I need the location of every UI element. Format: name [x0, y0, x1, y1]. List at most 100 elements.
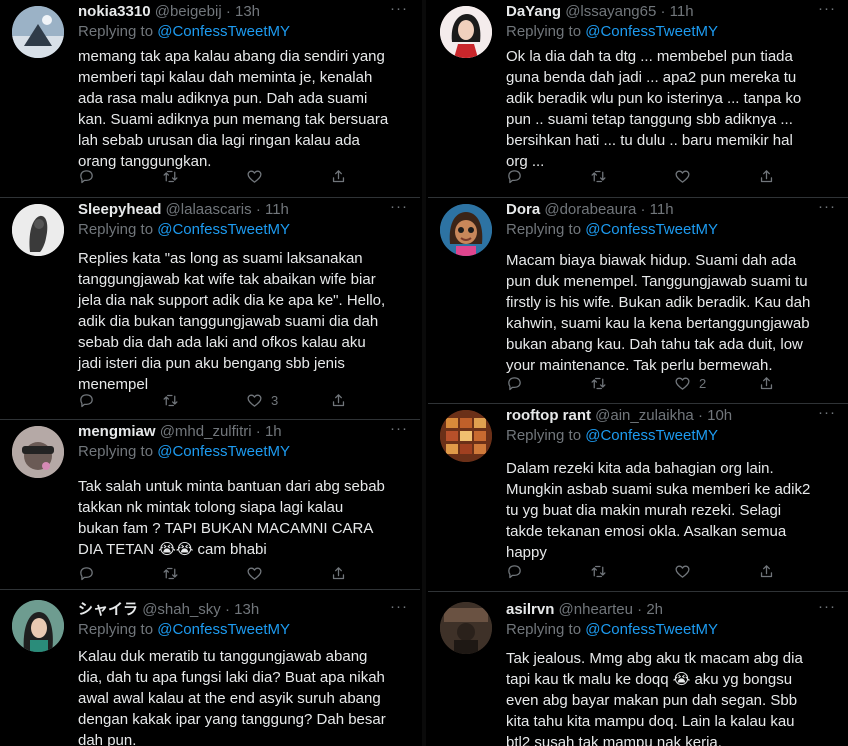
tweet-card[interactable]: シャイラ @shah_sky · 13h ··· Replying to @Co… [0, 590, 420, 746]
share-button[interactable] [330, 390, 347, 410]
display-name[interactable]: rooftop rant [506, 407, 591, 424]
user-handle[interactable]: @shah_sky [142, 601, 221, 618]
like-button[interactable] [674, 561, 699, 581]
mention-link[interactable]: @ConfessTweetMY [157, 23, 290, 40]
tweet-card[interactable]: nokia3310 @beigebij · 13h ··· Replying t… [0, 0, 420, 198]
more-icon[interactable]: ··· [390, 198, 408, 215]
timestamp[interactable]: 11h [265, 201, 289, 218]
reply-button[interactable] [78, 166, 95, 186]
tweet-card[interactable]: mengmiaw @mhd_zulfitri · 1h ··· Replying… [0, 420, 420, 590]
retweet-button[interactable] [590, 373, 607, 393]
avatar[interactable] [12, 426, 64, 478]
display-name[interactable]: Sleepyhead [78, 201, 161, 218]
share-button[interactable] [330, 563, 347, 583]
tweet-actions [506, 561, 806, 581]
like-button[interactable]: 3 [246, 390, 278, 410]
column-divider [422, 0, 426, 746]
retweet-button[interactable] [162, 563, 179, 583]
mention-link[interactable]: @ConfessTweetMY [157, 621, 290, 638]
avatar[interactable] [440, 6, 492, 58]
tweet-card[interactable]: Sleepyhead @lalaascaris · 11h ··· Replyi… [0, 198, 420, 420]
display-name[interactable]: nokia3310 [78, 3, 151, 20]
retweet-icon [591, 377, 606, 389]
replying-to-label: Replying to [78, 221, 154, 238]
more-icon[interactable]: ··· [818, 198, 836, 215]
tweet-card[interactable]: asilrvn @nhearteu · 2h ··· Replying to @… [428, 592, 848, 746]
user-handle[interactable]: @nhearteu [559, 601, 633, 618]
more-icon[interactable]: ··· [818, 404, 836, 421]
more-icon[interactable]: ··· [818, 598, 836, 615]
tweet-actions [506, 166, 806, 186]
user-handle[interactable]: @ain_zulaikha [595, 407, 694, 424]
reply-button[interactable] [506, 561, 523, 581]
user-handle[interactable]: @dorabeaura [544, 201, 636, 218]
mention-link[interactable]: @ConfessTweetMY [585, 221, 718, 238]
mention-link[interactable]: @ConfessTweetMY [585, 23, 718, 40]
timestamp[interactable]: 11h [670, 3, 694, 20]
share-icon [332, 566, 345, 579]
reply-button[interactable] [506, 166, 523, 186]
tweet-card[interactable]: rooftop rant @ain_zulaikha · 10h ··· Rep… [428, 404, 848, 592]
retweet-button[interactable] [590, 561, 607, 581]
timestamp[interactable]: 13h [235, 3, 260, 20]
retweet-icon [163, 567, 178, 579]
share-button[interactable] [758, 373, 775, 393]
reply-button[interactable] [78, 390, 95, 410]
like-button[interactable] [246, 563, 271, 583]
tweet-text: Tak salah untuk minta bantuan dari abg s… [78, 478, 385, 558]
tweet-card[interactable]: DaYang @lssayang65 · 11h ··· Replying to… [428, 0, 848, 198]
like-button[interactable] [674, 166, 699, 186]
replying-to: Replying to @ConfessTweetMY [78, 220, 290, 240]
timestamp[interactable]: 2h [646, 601, 663, 618]
share-button[interactable] [758, 561, 775, 581]
replying-to-label: Replying to [78, 621, 154, 638]
more-icon[interactable]: ··· [390, 598, 408, 615]
avatar[interactable] [440, 602, 492, 654]
mention-link[interactable]: @ConfessTweetMY [157, 221, 290, 238]
mention-link[interactable]: @ConfessTweetMY [585, 621, 718, 638]
user-handle[interactable]: @mhd_zulfitri [160, 423, 252, 440]
user-handle[interactable]: @beigebij [155, 3, 222, 20]
share-icon [760, 564, 773, 577]
like-button[interactable]: 2 [674, 373, 706, 393]
retweet-button[interactable] [590, 166, 607, 186]
retweet-button[interactable] [162, 166, 179, 186]
mention-link[interactable]: @ConfessTweetMY [585, 427, 718, 444]
reply-button[interactable] [506, 373, 523, 393]
timestamp[interactable]: 1h [265, 423, 282, 440]
avatar[interactable] [440, 410, 492, 462]
timestamp[interactable]: 11h [650, 201, 674, 218]
share-button[interactable] [758, 166, 775, 186]
display-name[interactable]: mengmiaw [78, 423, 156, 440]
user-handle[interactable]: @lssayang65 [565, 3, 656, 20]
reply-icon [80, 169, 93, 183]
reply-icon [508, 564, 521, 578]
more-icon[interactable]: ··· [390, 420, 408, 437]
avatar[interactable] [12, 6, 64, 58]
share-button[interactable] [330, 166, 347, 186]
tweet-text: Kalau duk meratib tu tanggungjawab abang… [78, 648, 386, 746]
reply-icon [80, 393, 93, 407]
display-name[interactable]: シャイラ [78, 601, 138, 618]
timestamp[interactable]: 13h [234, 601, 259, 618]
replying-to-label: Replying to [506, 23, 582, 40]
retweet-button[interactable] [162, 390, 179, 410]
avatar[interactable] [440, 204, 492, 256]
user-handle[interactable]: @lalaascaris [166, 201, 252, 218]
tweet-header: DaYang @lssayang65 · 11h [506, 2, 838, 22]
timestamp[interactable]: 10h [707, 407, 732, 424]
more-icon[interactable]: ··· [818, 0, 836, 17]
share-icon [760, 169, 773, 182]
avatar[interactable] [12, 600, 64, 652]
more-icon[interactable]: ··· [390, 0, 408, 17]
display-name[interactable]: asilrvn [506, 601, 554, 618]
display-name[interactable]: DaYang [506, 3, 561, 20]
mention-link[interactable]: @ConfessTweetMY [157, 443, 290, 460]
tweet-card[interactable]: Dora @dorabeaura · 11h ··· Replying to @… [428, 198, 848, 404]
like-button[interactable] [246, 166, 271, 186]
display-name[interactable]: Dora [506, 201, 540, 218]
reply-button[interactable] [78, 563, 95, 583]
tweet-text: Replies kata "as long as suami laksanaka… [78, 250, 386, 393]
replying-to: Replying to @ConfessTweetMY [506, 620, 718, 640]
avatar[interactable] [12, 204, 64, 256]
